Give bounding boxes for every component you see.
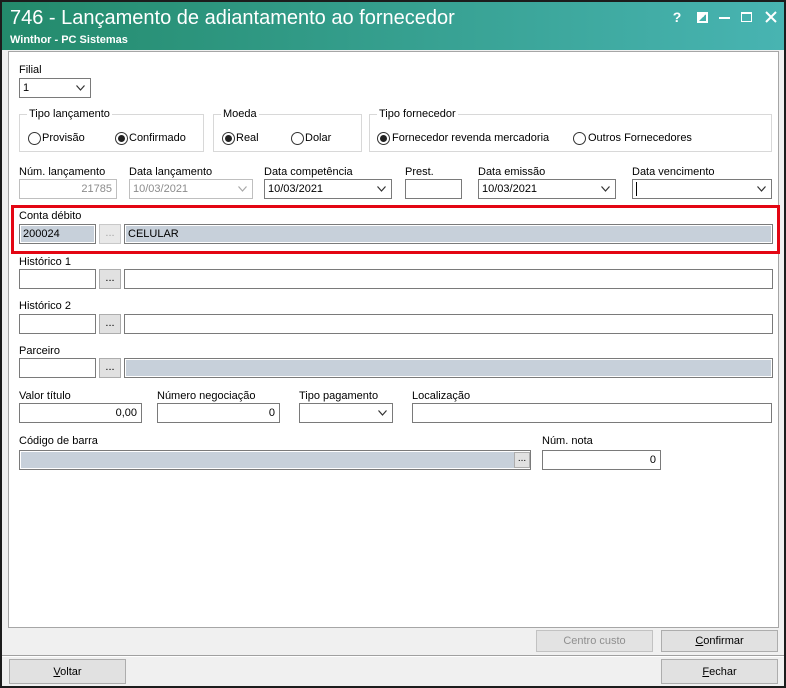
historico-2-code-field[interactable] [19, 314, 96, 334]
conta-debito-code-field[interactable]: 200024 [19, 224, 96, 244]
text-cursor [636, 182, 637, 196]
dock-icon[interactable] [697, 12, 708, 23]
filial-label: Filial [19, 64, 42, 76]
data-emissao-label: Data emissão [478, 166, 546, 178]
conta-debito-description: CELULAR [128, 228, 179, 240]
historico-1-description-field[interactable] [124, 269, 773, 289]
valor-titulo-field[interactable]: 0,00 [19, 403, 142, 423]
codigo-barra-field[interactable] [19, 450, 531, 470]
fechar-button[interactable]: Fechar [661, 659, 778, 684]
conta-debito-browse-button[interactable]: ... [99, 224, 121, 244]
close-icon[interactable] [765, 11, 777, 23]
data-lancamento-value: 10/03/2021 [133, 183, 189, 195]
radio-dolar[interactable] [291, 132, 304, 145]
radio-dolar-label[interactable]: Dolar [305, 132, 331, 145]
data-emissao-value: 10/03/2021 [482, 183, 538, 195]
window-subtitle: Winthor - PC Sistemas [10, 34, 128, 46]
window-title: 746 - Lançamento de adiantamento ao forn… [10, 7, 455, 29]
chevron-down-icon[interactable] [601, 186, 610, 192]
data-emissao-field[interactable]: 10/03/2021 [478, 179, 616, 199]
radio-confirmado[interactable] [115, 132, 128, 145]
radio-real-label[interactable]: Real [236, 132, 259, 145]
radio-outros-fornecedores[interactable] [573, 132, 586, 145]
num-lancamento-value: 21785 [81, 183, 112, 195]
help-icon[interactable]: ? [670, 8, 684, 26]
moeda-legend: Moeda [221, 108, 259, 121]
conta-debito-description-field[interactable]: CELULAR [124, 224, 773, 244]
confirmar-label: Confirmar [695, 635, 744, 647]
parceiro-label: Parceiro [19, 345, 60, 357]
chevron-down-icon [238, 186, 247, 192]
num-nota-value: 0 [649, 454, 656, 466]
parceiro-description-field[interactable] [124, 358, 773, 378]
parceiro-browse-button[interactable]: ... [99, 358, 121, 378]
radio-provisao[interactable] [28, 132, 41, 145]
fechar-label: Fechar [702, 665, 737, 678]
tipo-pagamento-label: Tipo pagamento [299, 390, 379, 402]
centro-custo-button[interactable]: Centro custo [536, 630, 653, 652]
valor-titulo-value: 0,00 [115, 407, 137, 419]
num-lancamento-label: Núm. lançamento [19, 166, 106, 178]
localizacao-field[interactable] [412, 403, 772, 423]
numero-negociacao-label: Número negociação [157, 390, 256, 402]
codigo-barra-label: Código de barra [19, 435, 98, 447]
filial-value: 1 [23, 82, 30, 94]
localizacao-label: Localização [412, 390, 471, 402]
radio-fornecedor-revenda-label[interactable]: Fornecedor revenda mercadoria [392, 132, 549, 145]
num-nota-label: Núm. nota [542, 435, 593, 447]
title-bar: 746 - Lançamento de adiantamento ao forn… [0, 0, 786, 50]
num-lancamento-field[interactable]: 21785 [19, 179, 117, 199]
conta-debito-label: Conta débito [19, 210, 82, 222]
historico-1-label: Histórico 1 [19, 256, 71, 268]
voltar-label: Voltar [53, 665, 82, 678]
historico-2-browse-button[interactable]: ... [99, 314, 121, 334]
radio-fornecedor-revenda[interactable] [377, 132, 390, 145]
data-lancamento-field[interactable]: 10/03/2021 [129, 179, 253, 199]
prest-label: Prest. [405, 166, 434, 178]
numero-negociacao-value: 0 [268, 407, 275, 419]
valor-titulo-label: Valor título [19, 390, 71, 402]
radio-confirmado-label[interactable]: Confirmado [129, 132, 186, 145]
filial-select[interactable]: 1 [19, 78, 91, 98]
data-vencimento-field[interactable] [632, 179, 772, 199]
prest-field[interactable] [405, 179, 462, 199]
maximize-icon[interactable] [741, 12, 752, 22]
radio-real[interactable] [222, 132, 235, 145]
historico-2-label: Histórico 2 [19, 300, 71, 312]
minimize-icon[interactable] [719, 17, 730, 19]
parceiro-code-field[interactable] [19, 358, 96, 378]
data-competencia-value: 10/03/2021 [268, 183, 324, 195]
app-window: 746 - Lançamento de adiantamento ao forn… [0, 0, 786, 688]
historico-1-code-field[interactable] [19, 269, 96, 289]
radio-provisao-label[interactable]: Provisão [42, 132, 85, 145]
data-competencia-field[interactable]: 10/03/2021 [264, 179, 392, 199]
historico-2-description-field[interactable] [124, 314, 773, 334]
data-vencimento-label: Data vencimento [632, 166, 715, 178]
codigo-barra-browse-button[interactable]: ... [514, 452, 530, 468]
voltar-button[interactable]: Voltar [9, 659, 126, 684]
chevron-down-icon[interactable] [377, 186, 386, 192]
data-lancamento-label: Data lançamento [129, 166, 213, 178]
conta-debito-code: 200024 [23, 228, 60, 240]
tipo-fornecedor-legend: Tipo fornecedor [377, 108, 458, 121]
chevron-down-icon[interactable] [378, 410, 387, 416]
radio-outros-fornecedores-label[interactable]: Outros Fornecedores [588, 132, 692, 145]
data-competencia-label: Data competência [264, 166, 353, 178]
tipo-lancamento-legend: Tipo lançamento [27, 108, 112, 121]
tipo-pagamento-select[interactable] [299, 403, 393, 423]
historico-1-browse-button[interactable]: ... [99, 269, 121, 289]
confirmar-button[interactable]: Confirmar [661, 630, 778, 652]
footer-separator [2, 655, 784, 657]
numero-negociacao-field[interactable]: 0 [157, 403, 280, 423]
centro-custo-label: Centro custo [563, 635, 626, 647]
chevron-down-icon [76, 85, 85, 91]
chevron-down-icon[interactable] [757, 186, 766, 192]
num-nota-field[interactable]: 0 [542, 450, 661, 470]
